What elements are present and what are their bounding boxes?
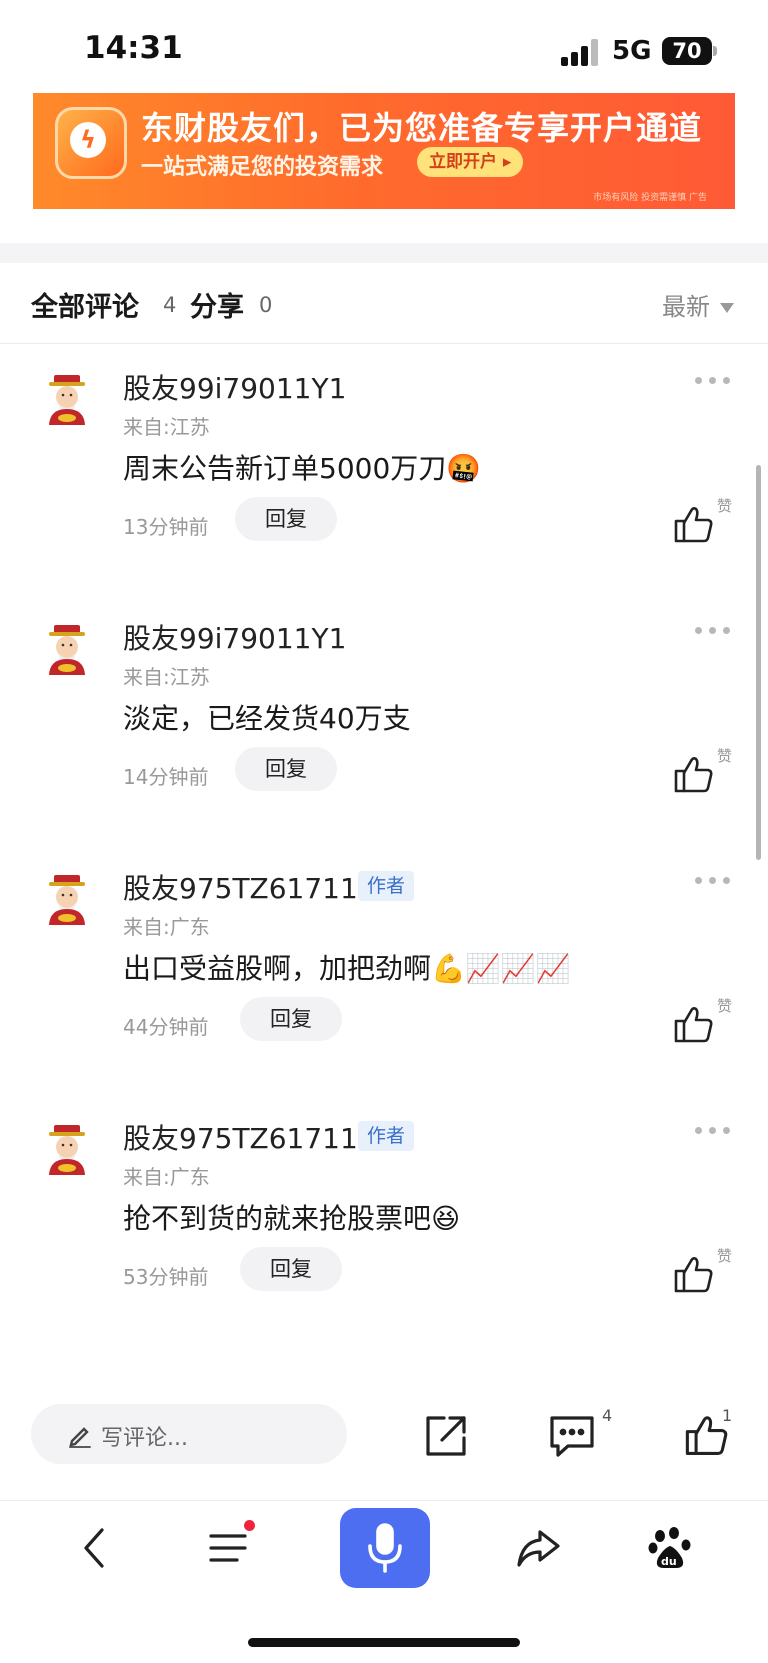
more-icon[interactable] xyxy=(695,377,735,387)
microphone-icon xyxy=(368,1523,402,1573)
forward-share-icon[interactable] xyxy=(514,1524,562,1572)
status-bar: 14:31 5G 70 xyxy=(0,0,768,90)
battery-icon: 70 xyxy=(662,37,712,65)
reply-button[interactable]: 回复 xyxy=(240,1247,342,1291)
battery-level: 70 xyxy=(672,39,702,63)
comment-item: 股友99i79011Y1 来自:江苏 周末公告新订单5000万刀🤬 13分钟前 … xyxy=(0,355,768,595)
comment-count: 4 xyxy=(602,1406,613,1425)
like-label: 赞 xyxy=(717,1247,733,1265)
ad-banner[interactable]: ϟ 东财股友们，已为您准备专享开户通道 一站式满足您的投资需求 立即开户 ▸ 市… xyxy=(33,93,735,209)
location: 来自:广东 xyxy=(123,1165,210,1189)
username[interactable]: 股友975TZ61711 xyxy=(123,1117,358,1157)
comment-placeholder: 写评论... xyxy=(101,1426,188,1451)
comment-text: 抢不到货的就来抢股票吧😆 xyxy=(123,1202,461,1235)
open-account-button[interactable]: 立即开户 ▸ xyxy=(417,147,524,177)
reply-button[interactable]: 回复 xyxy=(235,747,337,791)
comment-time: 14分钟前 xyxy=(123,765,209,789)
comment-time: 44分钟前 xyxy=(123,1015,209,1039)
svg-text:du: du xyxy=(661,1555,677,1568)
ad-subtitle: 一站式满足您的投资需求 xyxy=(141,155,384,180)
caret-down-icon xyxy=(720,303,734,313)
comment-text: 出口受益股啊，加把劲啊💪📈📈📈 xyxy=(123,952,571,985)
thumbs-up-icon[interactable] xyxy=(672,503,716,547)
comment-bubble-icon[interactable] xyxy=(548,1412,596,1460)
avatar[interactable] xyxy=(40,873,94,927)
signal-icon xyxy=(561,38,601,66)
browser-navbar: du xyxy=(0,1502,768,1622)
menu-icon[interactable] xyxy=(204,1524,252,1572)
comment-time: 53分钟前 xyxy=(123,1265,209,1289)
reply-button[interactable]: 回复 xyxy=(240,997,342,1041)
comment-item: 股友99i79011Y1 来自:江苏 淡定，已经发货40万支 14分钟前 回复 … xyxy=(0,605,768,845)
voice-search-button[interactable] xyxy=(340,1508,430,1588)
location: 来自:江苏 xyxy=(123,665,210,689)
comment-input[interactable]: 写评论... xyxy=(31,1404,347,1464)
more-icon[interactable] xyxy=(695,877,735,887)
tab-share[interactable]: 分享 xyxy=(190,285,244,324)
sort-label: 最新 xyxy=(662,293,710,321)
more-icon[interactable] xyxy=(695,1127,735,1137)
location: 来自:广东 xyxy=(123,915,210,939)
notification-dot xyxy=(244,1520,255,1531)
share-out-icon[interactable] xyxy=(422,1412,470,1460)
avatar[interactable] xyxy=(40,623,94,677)
status-time: 14:31 xyxy=(84,30,183,66)
home-indicator[interactable] xyxy=(248,1638,520,1647)
thumbs-up-icon[interactable] xyxy=(672,753,716,797)
username[interactable]: 股友99i79011Y1 xyxy=(123,617,346,657)
all-comments-count: 4 xyxy=(163,293,177,317)
avatar[interactable] xyxy=(40,373,94,427)
location: 来自:江苏 xyxy=(123,415,210,439)
scrollbar[interactable] xyxy=(756,465,761,860)
section-divider xyxy=(0,243,768,263)
share-count: 0 xyxy=(259,293,273,317)
comment-text: 淡定，已经发货40万支 xyxy=(123,702,411,735)
back-arrow-icon[interactable] xyxy=(72,1524,120,1572)
comment-item: 股友975TZ61711 作者 来自:广东 抢不到货的就来抢股票吧😆 53分钟前… xyxy=(0,1105,768,1345)
username[interactable]: 股友99i79011Y1 xyxy=(123,367,346,407)
author-badge: 作者 xyxy=(358,1121,415,1151)
like-label: 赞 xyxy=(717,997,733,1015)
author-badge: 作者 xyxy=(358,871,415,901)
thumbs-up-icon[interactable] xyxy=(672,1253,716,1297)
username[interactable]: 股友975TZ61711 xyxy=(123,867,358,907)
comment-item: 股友975TZ61711 作者 来自:广东 出口受益股啊，加把劲啊💪📈📈📈 44… xyxy=(0,855,768,1095)
more-icon[interactable] xyxy=(695,627,735,637)
ad-title: 东财股友们，已为您准备专享开户通道 xyxy=(141,109,703,147)
ad-disclaimer: 市场有风险 投资需谨慎 广告 xyxy=(593,193,707,203)
baidu-paw-icon[interactable]: du xyxy=(646,1524,694,1572)
avatar[interactable] xyxy=(40,1123,94,1177)
comment-time: 13分钟前 xyxy=(123,515,209,539)
pencil-icon xyxy=(69,1427,91,1448)
battery-tip xyxy=(713,46,717,56)
action-bar: 写评论... 4 1 xyxy=(0,1390,768,1501)
network-type: 5G xyxy=(612,36,652,66)
comment-tabs: 全部评论 4 分享 0 最新 xyxy=(0,263,768,344)
like-count: 1 xyxy=(722,1406,733,1425)
like-label: 赞 xyxy=(717,747,733,765)
like-label: 赞 xyxy=(717,497,733,515)
comment-text: 周末公告新订单5000万刀🤬 xyxy=(123,452,482,485)
thumbs-up-icon[interactable] xyxy=(672,1003,716,1047)
sort-dropdown[interactable]: 最新 xyxy=(662,287,734,322)
reply-button[interactable]: 回复 xyxy=(235,497,337,541)
lightning-icon: ϟ xyxy=(55,107,127,179)
tab-all-comments[interactable]: 全部评论 xyxy=(31,285,139,324)
